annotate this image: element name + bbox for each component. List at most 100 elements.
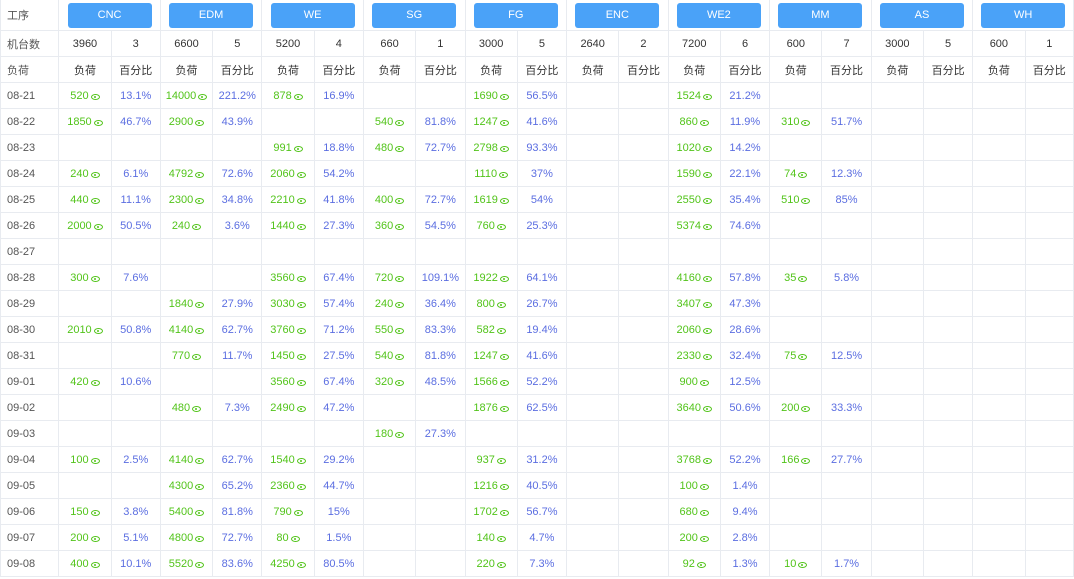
load-value[interactable]: 5374: [676, 220, 700, 232]
load-value[interactable]: 1450: [270, 350, 294, 362]
load-value[interactable]: 790: [273, 506, 291, 518]
process-button-we2[interactable]: WE2: [676, 2, 761, 28]
load-value[interactable]: 4140: [169, 324, 193, 336]
load-value[interactable]: 240: [70, 168, 88, 180]
eye-icon[interactable]: [90, 197, 100, 204]
load-value[interactable]: 400: [375, 194, 393, 206]
load-value[interactable]: 240: [172, 220, 190, 232]
load-value[interactable]: 4160: [676, 272, 700, 284]
load-value[interactable]: 14000: [166, 90, 197, 102]
eye-icon[interactable]: [801, 197, 811, 204]
eye-icon[interactable]: [90, 561, 100, 568]
load-value[interactable]: 5520: [169, 558, 193, 570]
eye-icon[interactable]: [296, 301, 306, 308]
load-value[interactable]: 360: [375, 220, 393, 232]
load-value[interactable]: 100: [680, 480, 698, 492]
load-value[interactable]: 878: [273, 90, 291, 102]
load-value[interactable]: 770: [172, 350, 190, 362]
eye-icon[interactable]: [195, 197, 205, 204]
eye-icon[interactable]: [90, 93, 100, 100]
load-value[interactable]: 760: [476, 220, 494, 232]
eye-icon[interactable]: [499, 353, 509, 360]
load-value[interactable]: 1690: [473, 90, 497, 102]
eye-icon[interactable]: [499, 197, 509, 204]
process-button-enc[interactable]: ENC: [575, 2, 660, 28]
eye-icon[interactable]: [395, 275, 405, 282]
load-value[interactable]: 480: [375, 142, 393, 154]
eye-icon[interactable]: [702, 145, 712, 152]
load-value[interactable]: 2000: [67, 220, 91, 232]
load-value[interactable]: 166: [781, 454, 799, 466]
eye-icon[interactable]: [90, 171, 100, 178]
load-value[interactable]: 582: [476, 324, 494, 336]
load-value[interactable]: 800: [476, 298, 494, 310]
eye-icon[interactable]: [395, 197, 405, 204]
eye-icon[interactable]: [702, 353, 712, 360]
process-button-as[interactable]: AS: [879, 2, 964, 28]
eye-icon[interactable]: [798, 561, 808, 568]
load-value[interactable]: 2330: [676, 350, 700, 362]
eye-icon[interactable]: [801, 457, 811, 464]
load-value[interactable]: 300: [70, 272, 88, 284]
eye-icon[interactable]: [699, 119, 709, 126]
load-value[interactable]: 1247: [473, 116, 497, 128]
load-value[interactable]: 3760: [270, 324, 294, 336]
eye-icon[interactable]: [296, 275, 306, 282]
load-value[interactable]: 3560: [270, 272, 294, 284]
process-button-sg[interactable]: SG: [372, 2, 457, 28]
load-value[interactable]: 1440: [270, 220, 294, 232]
eye-icon[interactable]: [702, 223, 712, 230]
load-value[interactable]: 1850: [67, 116, 91, 128]
eye-icon[interactable]: [195, 171, 205, 178]
load-value[interactable]: 10: [784, 558, 796, 570]
load-value[interactable]: 2010: [67, 324, 91, 336]
eye-icon[interactable]: [499, 145, 509, 152]
load-value[interactable]: 420: [70, 376, 88, 388]
load-value[interactable]: 74: [784, 168, 796, 180]
load-value[interactable]: 1540: [270, 454, 294, 466]
load-value[interactable]: 520: [70, 90, 88, 102]
eye-icon[interactable]: [296, 171, 306, 178]
load-value[interactable]: 150: [70, 506, 88, 518]
eye-icon[interactable]: [499, 379, 509, 386]
load-value[interactable]: 4800: [169, 532, 193, 544]
process-button-edm[interactable]: EDM: [169, 2, 254, 28]
eye-icon[interactable]: [195, 457, 205, 464]
eye-icon[interactable]: [496, 561, 506, 568]
load-value[interactable]: 2060: [270, 168, 294, 180]
load-value[interactable]: 540: [375, 350, 393, 362]
load-value[interactable]: 80: [276, 532, 288, 544]
eye-icon[interactable]: [296, 197, 306, 204]
load-value[interactable]: 1566: [473, 376, 497, 388]
load-value[interactable]: 2060: [676, 324, 700, 336]
load-value[interactable]: 4250: [270, 558, 294, 570]
eye-icon[interactable]: [195, 119, 205, 126]
load-value[interactable]: 100: [70, 454, 88, 466]
load-value[interactable]: 1922: [473, 272, 497, 284]
eye-icon[interactable]: [90, 535, 100, 542]
load-value[interactable]: 550: [375, 324, 393, 336]
load-value[interactable]: 75: [784, 350, 796, 362]
eye-icon[interactable]: [499, 275, 509, 282]
load-value[interactable]: 510: [781, 194, 799, 206]
load-value[interactable]: 900: [680, 376, 698, 388]
eye-icon[interactable]: [296, 353, 306, 360]
eye-icon[interactable]: [195, 301, 205, 308]
eye-icon[interactable]: [296, 379, 306, 386]
eye-icon[interactable]: [93, 327, 103, 334]
load-value[interactable]: 1020: [676, 142, 700, 154]
eye-icon[interactable]: [496, 535, 506, 542]
process-button-wh[interactable]: WH: [981, 2, 1066, 28]
load-value[interactable]: 2210: [270, 194, 294, 206]
load-value[interactable]: 720: [375, 272, 393, 284]
eye-icon[interactable]: [296, 483, 306, 490]
load-value[interactable]: 3768: [676, 454, 700, 466]
process-button-mm[interactable]: MM: [778, 2, 863, 28]
load-value[interactable]: 4300: [169, 480, 193, 492]
load-value[interactable]: 860: [680, 116, 698, 128]
load-value[interactable]: 1110: [474, 168, 497, 180]
eye-icon[interactable]: [699, 483, 709, 490]
eye-icon[interactable]: [801, 405, 811, 412]
load-value[interactable]: 240: [375, 298, 393, 310]
eye-icon[interactable]: [395, 431, 405, 438]
